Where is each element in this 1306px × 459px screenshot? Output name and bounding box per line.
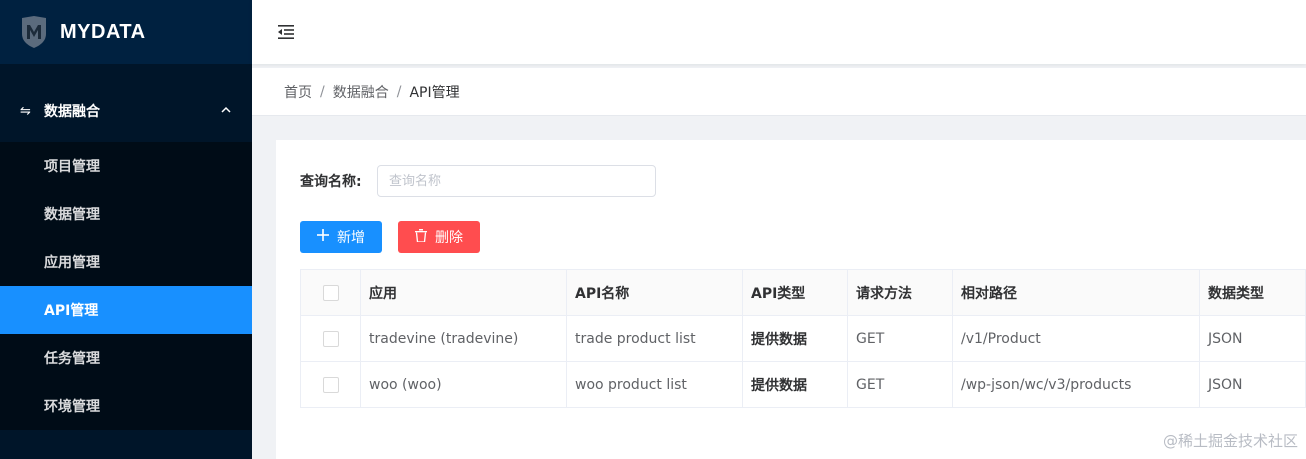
watermark: @稀土掘金技术社区 (1162, 432, 1298, 450)
table-cell: trade product list (566, 315, 743, 362)
sidebar-item-label: 任务管理 (44, 351, 100, 367)
table-cell: tradevine (tradevine) (360, 315, 567, 362)
column-header[interactable]: API类型 (742, 269, 848, 316)
table-cell: /v1/Product (952, 315, 1200, 362)
sidebar-item-label: 数据管理 (44, 207, 100, 223)
table-cell: 提供数据 (742, 361, 848, 408)
table-cell: woo (woo) (360, 361, 567, 408)
breadcrumb: 首页 / 数据融合 / API管理 (252, 68, 1306, 116)
table-header-row: 应用 API名称 API类型 请求方法 相对路径 数据类型 (300, 269, 1306, 316)
breadcrumb-home[interactable]: 首页 (284, 82, 312, 102)
content-card: 查询名称: 新增 删除 应用 API名称 API类型 请求方法 相对路径 数据类… (276, 140, 1306, 459)
table-cell: JSON (1199, 315, 1306, 362)
sidebar-item-label: 环境管理 (44, 399, 100, 415)
query-label: 查询名称: (300, 174, 362, 190)
sidebar-item-project[interactable]: 项目管理 (0, 142, 252, 190)
column-header[interactable]: 数据类型 (1199, 269, 1306, 316)
sidebar-item-label: 项目管理 (44, 159, 100, 175)
column-header[interactable]: 相对路径 (952, 269, 1200, 316)
table-cell: /wp-json/wc/v3/products (952, 361, 1200, 408)
menu-fold-icon[interactable] (276, 22, 296, 42)
row-checkbox[interactable] (322, 330, 339, 347)
query-name-input[interactable] (377, 165, 656, 197)
menu-group-label: 数据融合 (44, 104, 100, 120)
add-button-label: 新增 (337, 230, 365, 246)
api-table: 应用 API名称 API类型 请求方法 相对路径 数据类型 tradevine … (300, 269, 1306, 408)
sidebar-item-task[interactable]: 任务管理 (0, 334, 252, 382)
app-title: MYDATA (60, 20, 146, 43)
table-cell: GET (847, 361, 953, 408)
table-row[interactable]: woo (woo) woo product list 提供数据 GET /wp-… (300, 361, 1306, 408)
sidebar-item-label: 应用管理 (44, 255, 100, 271)
add-button[interactable]: 新增 (300, 221, 382, 253)
sidebar-item-label: API管理 (44, 303, 99, 319)
sidebar: MYDATA ⇋ 数据融合 项目管理 数据管理 应用管理 API管理 任务管理 … (0, 0, 252, 459)
breadcrumb-current: API管理 (409, 84, 460, 101)
select-all-cell (300, 269, 361, 316)
delete-button-label: 删除 (435, 230, 463, 246)
header (252, 0, 1306, 64)
chevron-up-icon (221, 106, 231, 113)
swap-arrows-icon: ⇋ (20, 103, 31, 119)
submenu: 项目管理 数据管理 应用管理 API管理 任务管理 环境管理 (0, 142, 252, 430)
table-cell: JSON (1199, 361, 1306, 408)
logo[interactable]: MYDATA (0, 0, 252, 64)
table-cell: GET (847, 315, 953, 362)
sidebar-item-environment[interactable]: 环境管理 (0, 382, 252, 430)
plus-icon (317, 229, 329, 245)
sidebar-item-application[interactable]: 应用管理 (0, 238, 252, 286)
trash-icon (415, 228, 427, 246)
row-checkbox[interactable] (322, 376, 339, 393)
breadcrumb-data-fusion[interactable]: 数据融合 (333, 82, 389, 102)
table-row[interactable]: tradevine (tradevine) trade product list… (300, 315, 1306, 362)
breadcrumb-separator: / (396, 83, 402, 100)
row-select-cell (300, 361, 361, 408)
sidebar-item-api[interactable]: API管理 (0, 286, 252, 334)
delete-button[interactable]: 删除 (398, 221, 480, 253)
column-header[interactable]: 应用 (360, 269, 567, 316)
query-row: 查询名称: (300, 165, 656, 197)
menu-group-data-fusion[interactable]: ⇋ 数据融合 (0, 80, 252, 142)
select-all-checkbox[interactable] (322, 284, 339, 301)
breadcrumb-separator: / (320, 83, 325, 100)
column-header[interactable]: API名称 (566, 269, 743, 316)
table-cell: woo product list (566, 361, 743, 408)
logo-shield-icon (22, 16, 46, 48)
table-cell: 提供数据 (742, 315, 848, 362)
row-select-cell (300, 315, 361, 362)
sidebar-item-data[interactable]: 数据管理 (0, 190, 252, 238)
column-header[interactable]: 请求方法 (847, 269, 953, 316)
